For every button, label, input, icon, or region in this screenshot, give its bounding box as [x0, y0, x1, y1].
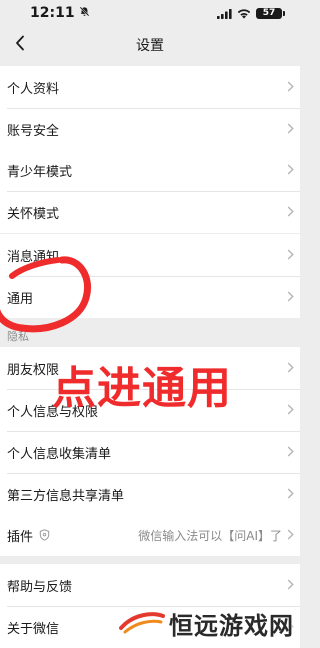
settings-item-label: 帮助与反馈 [7, 579, 73, 595]
plugin-detail-text: 微信输入法可以【问AI】了 [138, 528, 282, 543]
chevron-right-icon [287, 362, 294, 377]
watermark-swoosh-icon [119, 608, 165, 640]
nav-bar: 设置 [0, 26, 300, 64]
shield-icon [39, 529, 50, 541]
settings-group-account: 个人资料 账号安全 [0, 66, 300, 150]
back-button[interactable] [4, 29, 36, 61]
settings-item-info-collection-list[interactable]: 个人信息收集清单 [0, 431, 300, 473]
signal-icon [217, 4, 232, 23]
settings-item-profile[interactable]: 个人资料 [0, 66, 300, 108]
settings-item-help-feedback[interactable]: 帮助与反馈 [0, 564, 300, 606]
status-right: 57 [217, 4, 285, 23]
settings-item-label: 第三方信息共享清单 [7, 488, 125, 504]
wifi-icon [237, 4, 251, 23]
chevron-right-icon [287, 404, 294, 419]
settings-item-care-mode[interactable]: 关怀模式 [0, 191, 300, 233]
battery-indicator: 57 [256, 7, 285, 19]
chevron-right-icon [287, 446, 294, 461]
settings-group-modes: 青少年模式 关怀模式 [0, 149, 300, 233]
settings-item-label: 个人资料 [7, 81, 60, 97]
chevron-left-icon [15, 35, 25, 55]
status-time: 12:11 [30, 5, 75, 21]
chevron-right-icon [287, 291, 294, 306]
mute-bell-icon [79, 5, 90, 21]
settings-item-label: 关于微信 [7, 621, 60, 637]
chevron-right-icon [287, 164, 294, 179]
settings-item-label: 青少年模式 [7, 164, 73, 180]
chevron-right-icon [287, 123, 294, 138]
settings-group-plugins: 插件 微信输入法可以【问AI】了 [0, 514, 300, 556]
chevron-right-icon [287, 249, 294, 264]
page-title: 设置 [136, 38, 164, 54]
status-left: 12:11 [30, 5, 90, 21]
watermark-text: 恒远游戏网 [169, 612, 294, 640]
annotation-text: 点进通用 [52, 363, 232, 414]
chevron-right-icon [287, 579, 294, 594]
chevron-right-icon [287, 81, 294, 96]
chevron-right-icon [287, 488, 294, 503]
settings-item-third-party-sharing-list[interactable]: 第三方信息共享清单 [0, 473, 300, 515]
settings-item-label: 账号安全 [7, 123, 60, 139]
chevron-right-icon [287, 529, 294, 544]
settings-item-label: 插件 [7, 529, 34, 545]
settings-item-label: 个人信息收集清单 [7, 446, 112, 462]
chevron-right-icon [287, 206, 294, 221]
settings-item-plugins[interactable]: 插件 微信输入法可以【问AI】了 [0, 514, 300, 556]
watermark-logo: 恒远游戏网 [119, 606, 294, 641]
status-bar: 12:11 57 [0, 0, 300, 26]
settings-item-account-security[interactable]: 账号安全 [0, 108, 300, 150]
settings-item-label: 关怀模式 [7, 206, 60, 222]
annotation-circle [0, 250, 100, 344]
settings-item-teen-mode[interactable]: 青少年模式 [0, 149, 300, 191]
